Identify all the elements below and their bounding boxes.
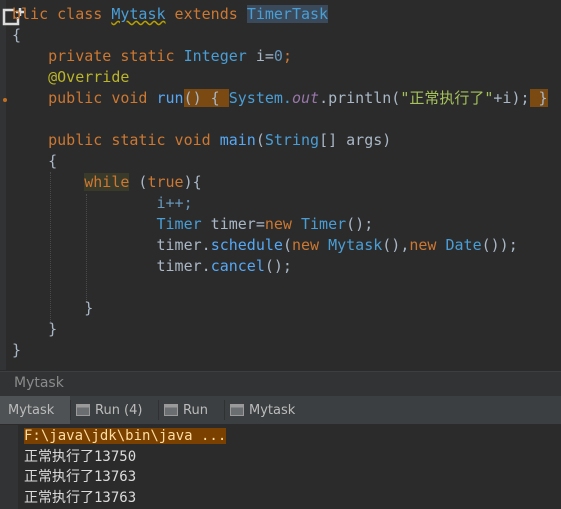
tab-run-4[interactable]: Run (4) [76, 396, 156, 424]
method-cancel[interactable]: cancel [211, 257, 265, 275]
keyword-while[interactable]: while [84, 173, 130, 191]
code-token: ( [282, 236, 292, 254]
keyword-new: new [409, 236, 446, 254]
code-token: [] args) [319, 131, 392, 149]
keyword-new: new [264, 215, 301, 233]
code-token: ( [129, 173, 148, 191]
method-schedule[interactable]: schedule [211, 236, 283, 254]
tab-mytask-2[interactable]: Mytask [230, 396, 310, 424]
keyword-new: new [291, 236, 329, 254]
tab-divider [70, 400, 71, 420]
tab-label: Run [183, 402, 208, 418]
code-token: .println( [319, 89, 401, 107]
code-token: i= [246, 47, 274, 65]
run-gutter-marker[interactable] [3, 98, 7, 102]
class-name-timertask[interactable]: TimerTask [246, 5, 329, 23]
code-token: () [183, 89, 202, 107]
class-name-mytask[interactable]: Mytask [328, 236, 382, 254]
code-line: } [12, 341, 22, 359]
code-line: { [12, 152, 58, 170]
console-line: 正常执行了13750 [24, 448, 137, 465]
folded-brace[interactable]: } [529, 89, 548, 107]
code-editor[interactable]: blic class Mytask extends TimerTask { pr… [0, 0, 561, 370]
code-token: ( [255, 131, 265, 149]
type-timer[interactable]: Timer [157, 215, 202, 233]
code-token: extends [165, 5, 247, 23]
console-command-line[interactable]: F:\java\jdk\bin\java ... [24, 428, 227, 444]
code-line: } [12, 320, 58, 338]
tab-divider [224, 400, 225, 420]
code-token: (), [382, 236, 410, 254]
code-token: timer. [156, 257, 211, 275]
type-date[interactable]: Date [446, 236, 482, 254]
code-token: (); [346, 215, 374, 233]
method-main[interactable]: main [220, 131, 256, 149]
code-token: timer= [201, 215, 265, 233]
tab-run[interactable]: Run [164, 396, 222, 424]
tab-mytask[interactable]: Mytask [0, 396, 70, 424]
code-token: ()); [481, 236, 518, 254]
tab-label: Mytask [8, 402, 55, 418]
editor-gutter [0, 0, 6, 370]
code-token: ; [282, 47, 292, 65]
console-line: 正常执行了13763 [24, 469, 137, 485]
type-timer[interactable]: Timer [301, 215, 346, 233]
type-integer[interactable]: Integer [184, 47, 247, 65]
number-literal: 0 [273, 47, 283, 65]
code-token: public static void [12, 131, 220, 149]
code-line: } [84, 299, 94, 317]
code-token: private static [12, 47, 184, 65]
code-token: +i); [493, 89, 530, 107]
code-line: i++; [156, 194, 193, 212]
run-panel-title: Mytask [14, 375, 64, 391]
code-token: timer. [156, 236, 211, 254]
run-window-icon [164, 404, 178, 416]
code-token: ){ [183, 173, 202, 191]
console-gutter [0, 425, 18, 509]
string-literal: "正常执行了" [400, 89, 494, 107]
keyword-true: true [147, 173, 184, 191]
run-panel-header: Mytask [0, 371, 561, 396]
tab-label: Mytask [249, 402, 296, 418]
override-annotation: @Override [12, 68, 130, 86]
code-token: (); [264, 257, 292, 275]
code-text[interactable]: blic class Mytask extends TimerTask { pr… [12, 4, 548, 361]
code-token: public void [12, 89, 157, 107]
run-window-icon [76, 404, 90, 416]
console-line: 正常执行了13763 [24, 489, 137, 506]
folded-brace[interactable]: { [201, 89, 229, 107]
type-string[interactable]: String [265, 131, 319, 149]
method-run[interactable]: run [157, 89, 184, 107]
code-line: { [12, 26, 22, 44]
field-out: out [291, 89, 320, 107]
code-token: blic class [12, 5, 112, 23]
console-text: F:\java\jdk\bin\java ... 正常执行了13750 正常执行… [24, 426, 227, 508]
class-system[interactable]: System. [229, 89, 292, 107]
run-window-icon [230, 404, 244, 416]
run-tabs-bar: Mytask Run (4) Run Mytask [0, 396, 561, 425]
class-name-mytask[interactable]: Mytask [111, 5, 165, 23]
console-output[interactable]: F:\java\jdk\bin\java ... 正常执行了13750 正常执行… [0, 425, 561, 509]
tab-label: Run (4) [95, 402, 143, 418]
tab-divider [158, 400, 159, 420]
